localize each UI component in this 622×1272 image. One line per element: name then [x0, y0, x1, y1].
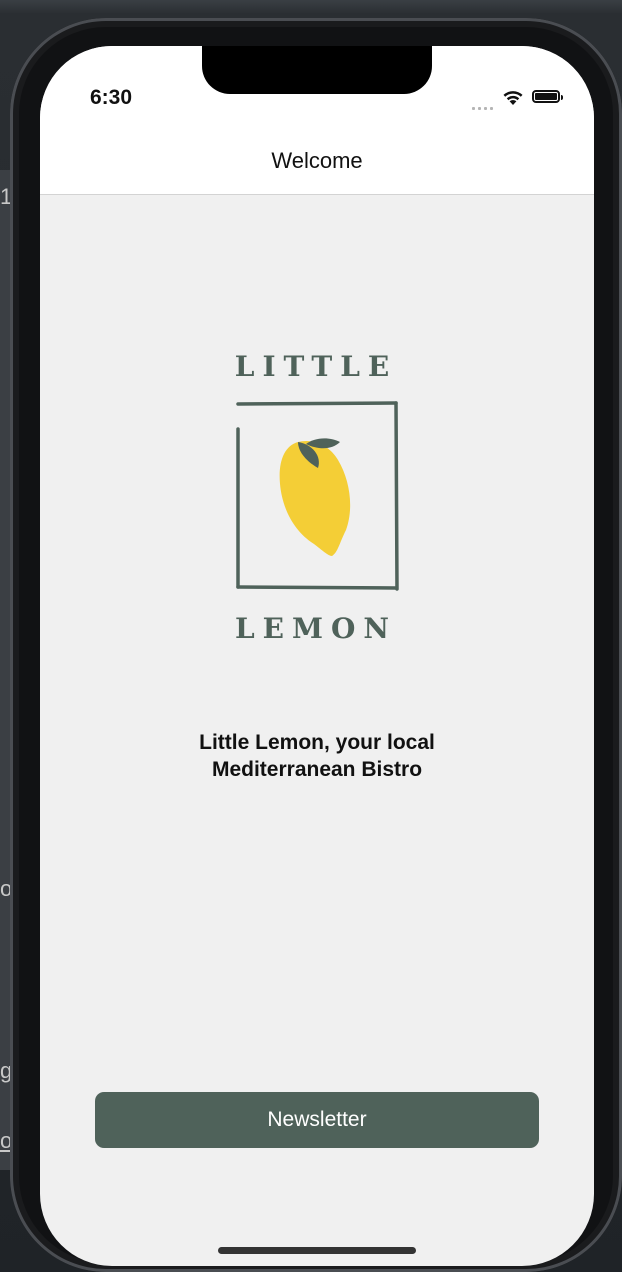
cellular-signal-icon	[472, 104, 496, 110]
wifi-icon	[503, 91, 523, 105]
battery-icon	[532, 90, 563, 103]
little-lemon-logo: LITTLE LEMON	[235, 350, 399, 645]
newsletter-button[interactable]: Newsletter	[95, 1092, 539, 1148]
phone-frame: Welcome 6:30 LITTLE LEMON Little Lemon, …	[10, 18, 622, 1272]
device-notch	[202, 46, 432, 94]
tagline: Little Lemon, your local Mediterranean B…	[40, 729, 594, 783]
home-indicator[interactable]	[218, 1247, 416, 1254]
logo-text-little: LITTLE	[235, 350, 398, 383]
logo-text-lemon: LEMON	[235, 612, 397, 645]
tagline-line-1: Little Lemon, your local	[199, 731, 435, 754]
lemon-icon	[279, 438, 351, 556]
app-screen: Welcome 6:30 LITTLE LEMON Little Lemon, …	[40, 46, 594, 1266]
tagline-line-2: Mediterranean Bistro	[211, 758, 423, 781]
page-title: Welcome	[271, 148, 363, 173]
status-time: 6:30	[90, 86, 133, 109]
